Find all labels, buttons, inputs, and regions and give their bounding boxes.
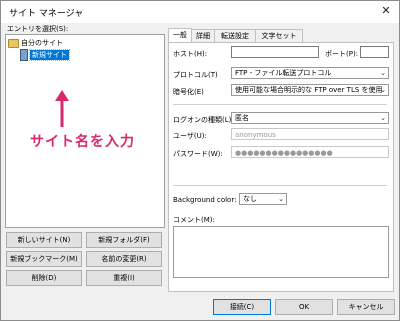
tree-node-new-site[interactable]: 新規サイト xyxy=(20,49,70,61)
tab-advanced[interactable]: 詳細 xyxy=(191,29,215,43)
logon-type-label: ログオンの種類(L): xyxy=(173,116,234,124)
annotation-text: サイト名を入力 xyxy=(30,134,135,150)
window-title: サイト マネージャ xyxy=(9,9,84,19)
tree-label: エントリを選択(S): xyxy=(7,25,69,33)
arrow-up-icon xyxy=(55,90,69,127)
background-color-select[interactable]: なし ⌄ xyxy=(239,193,287,205)
duplicate-button[interactable]: 重複(I) xyxy=(86,270,162,286)
user-label: ユーザ(U): xyxy=(173,132,207,140)
protocol-label: プロトコル(T) xyxy=(173,71,218,79)
port-input[interactable] xyxy=(360,46,389,58)
tab-general[interactable]: 一般 xyxy=(168,28,192,43)
delete-button[interactable]: 削除(D) xyxy=(6,270,82,286)
new-folder-button[interactable]: 新規フォルダ(F) xyxy=(86,232,162,248)
comment-label: コメント(M): xyxy=(173,216,215,224)
protocol-value: FTP - ファイル転送プロトコル xyxy=(235,69,332,77)
cancel-button[interactable]: キャンセル xyxy=(337,299,395,315)
tree-node-my-sites[interactable]: 自分のサイト xyxy=(8,38,63,48)
encryption-value: 使用可能な場合明示的な FTP over TLS を使用 xyxy=(235,86,383,94)
divider xyxy=(173,185,387,186)
close-icon[interactable]: ✕ xyxy=(379,4,393,18)
chevron-down-icon: ⌄ xyxy=(380,114,386,122)
password-label: パスワード(W): xyxy=(173,150,223,158)
host-label: ホスト(H): xyxy=(173,50,208,58)
protocol-select[interactable]: FTP - ファイル転送プロトコル ⌄ xyxy=(231,67,389,79)
comment-textarea[interactable] xyxy=(173,226,389,278)
tab-transfer-settings[interactable]: 転送設定 xyxy=(214,29,256,43)
password-input[interactable]: ●●●●●●●●●●●●●●●● xyxy=(231,146,389,158)
user-input[interactable]: anonymous xyxy=(231,128,389,140)
general-panel: ホスト(H): ポート(P): プロトコル(T) FTP - ファイル転送プロト… xyxy=(168,42,394,292)
logon-type-select[interactable]: 匿名 ⌄ xyxy=(231,112,389,124)
encryption-select[interactable]: 使用可能な場合明示的な FTP over TLS を使用 ⌄ xyxy=(231,84,389,96)
site-tree[interactable]: 自分のサイト 新規サイト サイト名を入力 xyxy=(5,34,165,228)
new-site-button[interactable]: 新しいサイト(N) xyxy=(6,232,82,248)
divider xyxy=(173,104,387,105)
folder-icon xyxy=(8,38,19,48)
background-color-value: なし xyxy=(243,195,257,203)
chevron-down-icon: ⌄ xyxy=(380,69,386,77)
encryption-label: 暗号化(E) xyxy=(173,88,204,96)
site-manager-window: サイト マネージャ ✕ エントリを選択(S): 自分のサイト 新規サイト サイト… xyxy=(0,0,400,321)
new-bookmark-button[interactable]: 新規ブックマーク(M) xyxy=(6,251,82,267)
port-label: ポート(P): xyxy=(325,50,359,58)
rename-button[interactable]: 名前の変更(R) xyxy=(86,251,162,267)
tree-node-label: 自分のサイト xyxy=(21,39,63,47)
tab-charset[interactable]: 文字セット xyxy=(255,29,303,43)
tree-node-label-editing[interactable]: 新規サイト xyxy=(29,49,70,61)
chevron-down-icon: ⌄ xyxy=(278,195,284,203)
connect-button[interactable]: 接続(C) xyxy=(213,299,271,315)
chevron-down-icon: ⌄ xyxy=(380,86,386,94)
host-input[interactable] xyxy=(231,46,319,58)
logon-type-value: 匿名 xyxy=(235,114,249,122)
background-color-label: Background color: xyxy=(173,196,237,204)
ok-button[interactable]: OK xyxy=(275,299,333,315)
server-icon xyxy=(20,49,28,61)
title-bar: サイト マネージャ ✕ xyxy=(1,1,399,23)
